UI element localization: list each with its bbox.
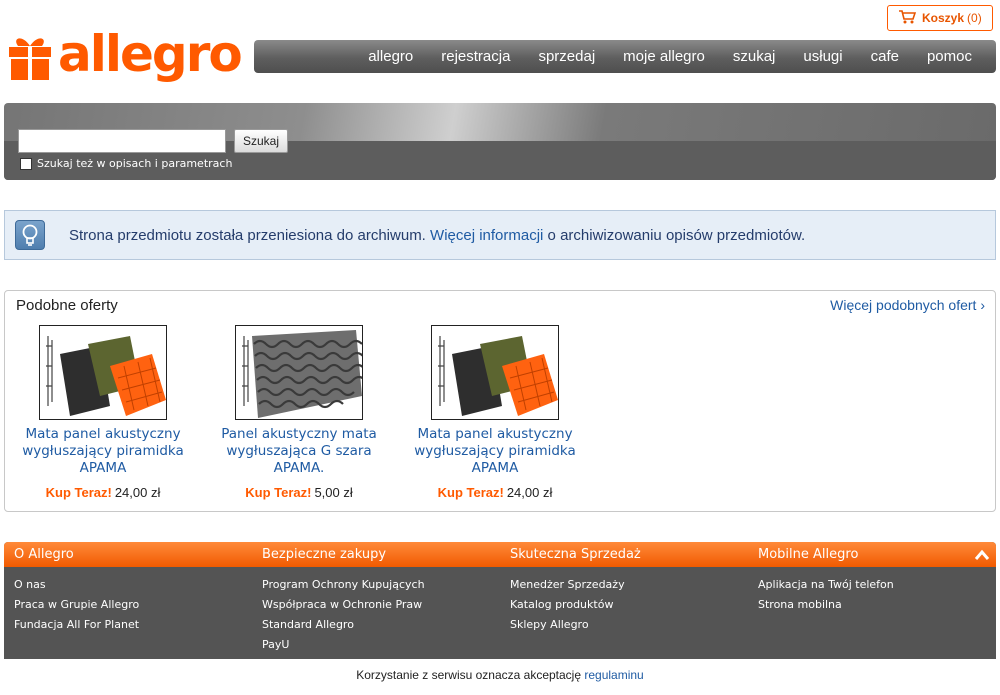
nav-item-sprzedaj[interactable]: sprzedaj — [524, 48, 609, 65]
footer-link[interactable]: O nas — [14, 575, 139, 595]
buy-now-label: Kup Teraz! — [245, 485, 312, 500]
lightbulb-icon — [15, 220, 45, 250]
search-input[interactable] — [18, 129, 226, 153]
price-value: 24,00 zł — [114, 485, 161, 500]
offer-image[interactable] — [431, 325, 559, 420]
price-value: 5,00 zł — [314, 485, 353, 500]
nav-item-moje-allegro[interactable]: moje allegro — [609, 48, 719, 65]
more-similar-offers-link[interactable]: Więcej podobnych ofert › — [830, 297, 985, 313]
terms-text: Korzystanie z serwisu oznacza akceptację — [356, 668, 585, 682]
search-button[interactable]: Szukaj — [234, 129, 288, 153]
footer-link[interactable]: Aplikacja na Twój telefon — [758, 575, 894, 595]
footer-column-title: Mobilne Allegro — [758, 547, 859, 562]
footer-link[interactable]: Strona mobilna — [758, 595, 894, 615]
footer-link[interactable]: Fundacja All For Planet — [14, 615, 139, 635]
similar-offers-title: Podobne oferty — [16, 297, 118, 314]
offer-price: Kup Teraz! 24,00 zł — [405, 485, 585, 500]
cart-icon — [898, 9, 917, 27]
offer-card: Mata panel akustyczny wygłuszający piram… — [13, 325, 193, 500]
footer-links: Aplikacja na Twój telefon Strona mobilna — [758, 575, 894, 615]
footer-links: O nas Praca w Grupie Allegro Fundacja Al… — [14, 575, 139, 635]
allegro-logo[interactable]: allegro — [8, 25, 243, 90]
footer-link[interactable]: Sklepy Allegro — [510, 615, 625, 635]
more-info-link[interactable]: Więcej informacji — [430, 227, 543, 244]
footer-column-title: Skuteczna Sprzedaż — [510, 547, 641, 562]
collapse-footer-icon[interactable] — [974, 547, 990, 561]
nav-item-cafe[interactable]: cafe — [857, 48, 913, 65]
footer-links: Program Ochrony Kupujących Współpraca w … — [262, 575, 425, 655]
footer-link[interactable]: Menedżer Sprzedaży — [510, 575, 625, 595]
search-descriptions-checkbox[interactable] — [20, 158, 32, 170]
offer-image[interactable] — [235, 325, 363, 420]
offer-title[interactable]: Mata panel akustyczny wygłuszający piram… — [13, 426, 193, 477]
gift-icon — [8, 34, 52, 82]
cart-label: Koszyk — [922, 11, 965, 25]
offer-price: Kup Teraz! 24,00 zł — [13, 485, 193, 500]
search-descriptions-label: Szukaj też w opisach i parametrach — [37, 157, 233, 170]
search-bar: Szukaj Szukaj też w opisach i parametrac… — [4, 103, 996, 180]
buy-now-label: Kup Teraz! — [45, 485, 112, 500]
footer-link[interactable]: PayU — [262, 635, 425, 655]
footer-column-title: Bezpieczne zakupy — [262, 547, 387, 562]
terms-link[interactable]: regulaminu — [584, 668, 643, 682]
offer-title[interactable]: Mata panel akustyczny wygłuszający piram… — [405, 426, 585, 477]
footer: O Allegro O nas Praca w Grupie Allegro F… — [4, 542, 996, 659]
nav-item-rejestracja[interactable]: rejestracja — [427, 48, 524, 65]
nav-item-allegro[interactable]: allegro — [354, 48, 427, 65]
cart-button[interactable]: Koszyk (0) — [887, 5, 993, 31]
nav-item-pomoc[interactable]: pomoc — [913, 48, 986, 65]
terms-notice: Korzystanie z serwisu oznacza akceptację… — [0, 668, 1000, 682]
footer-column-title: O Allegro — [14, 547, 74, 562]
footer-link[interactable]: Katalog produktów — [510, 595, 625, 615]
logo-text: allegro — [58, 25, 243, 83]
footer-link[interactable]: Standard Allegro — [262, 615, 425, 635]
footer-link[interactable]: Praca w Grupie Allegro — [14, 595, 139, 615]
offer-card: Mata panel akustyczny wygłuszający piram… — [405, 325, 585, 500]
archive-notice: Strona przedmiotu została przeniesiona d… — [4, 210, 996, 260]
archive-notice-text: Strona przedmiotu została przeniesiona d… — [69, 227, 805, 244]
buy-now-label: Kup Teraz! — [437, 485, 504, 500]
footer-link[interactable]: Współpraca w Ochronie Praw — [262, 595, 425, 615]
offer-price: Kup Teraz! 5,00 zł — [209, 485, 389, 500]
archive-notice-text-before: Strona przedmiotu została przeniesiona d… — [69, 227, 431, 244]
offer-card: Panel akustyczny mata wygłuszająca G sza… — [209, 325, 389, 500]
footer-links: Menedżer Sprzedaży Katalog produktów Skl… — [510, 575, 625, 635]
price-value: 24,00 zł — [506, 485, 553, 500]
offer-title[interactable]: Panel akustyczny mata wygłuszająca G sza… — [209, 426, 389, 477]
similar-offers: Podobne oferty Więcej podobnych ofert › … — [4, 290, 996, 512]
nav-item-szukaj[interactable]: szukaj — [719, 48, 790, 65]
archive-notice-text-after: o archiwizowaniu opisów przedmiotów. — [543, 227, 806, 244]
nav-item-uslugi[interactable]: usługi — [789, 48, 856, 65]
main-nav: allegro rejestracja sprzedaj moje allegr… — [254, 40, 996, 73]
cart-count: (0) — [967, 11, 982, 25]
footer-link[interactable]: Program Ochrony Kupujących — [262, 575, 425, 595]
offer-image[interactable] — [39, 325, 167, 420]
